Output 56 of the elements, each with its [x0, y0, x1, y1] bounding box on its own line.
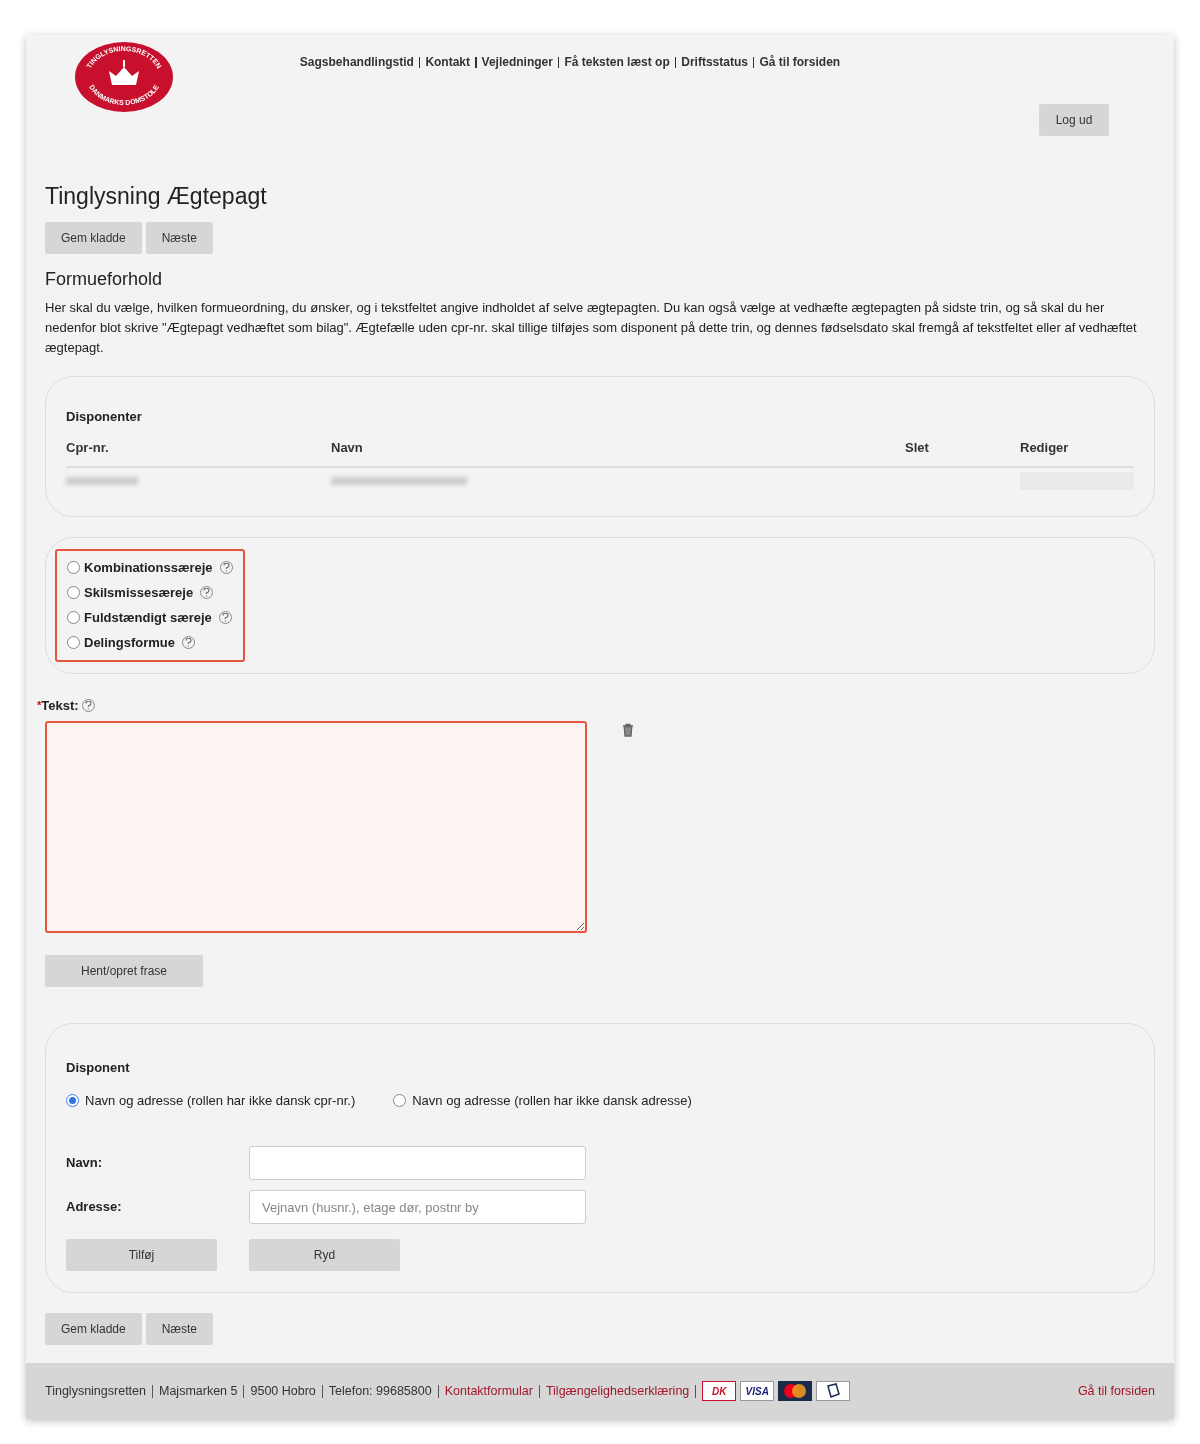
radio-button[interactable]	[67, 636, 80, 649]
radio-button[interactable]	[393, 1093, 407, 1107]
option-label[interactable]: Skilsmissesæreje	[84, 582, 194, 603]
column-header: Rediger	[1020, 439, 1070, 457]
card-icon	[816, 1381, 851, 1401]
field-label: Navn:	[66, 1154, 104, 1173]
text-area[interactable]	[45, 721, 587, 933]
button[interactable]: Log ud	[1039, 104, 1109, 136]
option-label[interactable]: Kombinationssæreje	[84, 557, 213, 578]
card-logo: VISA	[740, 1381, 775, 1401]
footer-link[interactable]: Kontaktformular	[444, 1381, 533, 1401]
column-header: Navn	[331, 439, 364, 457]
blurred-cell	[66, 476, 138, 485]
option-label[interactable]: Delingsformue	[84, 632, 175, 653]
button[interactable]: Gem kladde	[45, 221, 142, 254]
button[interactable]: Hent/opret frase	[45, 955, 203, 987]
panel-title: Disponent	[66, 1059, 131, 1077]
button[interactable]: Næste	[145, 1313, 214, 1345]
section-title: Formueforhold	[45, 267, 164, 291]
required-mark: *	[37, 698, 42, 713]
option-label[interactable]: Fuldstændigt særeje	[84, 607, 212, 628]
column-header: Cpr-nr.	[66, 439, 110, 457]
help-icon[interactable]	[182, 636, 195, 649]
nav-link[interactable]: Vejledninger	[481, 53, 553, 71]
button[interactable]: Næste	[145, 221, 214, 254]
footer-text: Tinglysningsretten	[45, 1382, 146, 1400]
button[interactable]: Gem kladde	[45, 1313, 142, 1345]
field-label: Tekst:	[41, 696, 79, 715]
nav-link[interactable]: Gå til forsiden	[759, 53, 841, 71]
nav-link[interactable]: Få teksten læst op	[564, 53, 670, 71]
nav-link[interactable]: Driftsstatus	[681, 53, 748, 71]
option-label[interactable]: Navn og adresse (rollen har ikke dansk cpr-nr.)	[85, 1090, 356, 1110]
trash-icon[interactable]	[622, 723, 634, 737]
footer-link[interactable]: Gå til forsiden	[1077, 1381, 1155, 1401]
button[interactable]: Tilføj	[66, 1239, 217, 1271]
radio-button[interactable]	[67, 611, 80, 624]
footer-text: Telefon: 99685800	[328, 1382, 432, 1400]
panel-title: Disponenter	[66, 407, 143, 426]
nav-link[interactable]: Kontakt	[425, 53, 471, 71]
option-label[interactable]: Navn og adresse (rollen har ikke dansk adresse)	[412, 1090, 692, 1110]
card-logo: DK	[702, 1381, 737, 1401]
button[interactable]: Ryd	[249, 1239, 400, 1271]
column-header: Slet	[905, 439, 930, 457]
footer-text: 9500 Hobro	[250, 1382, 316, 1400]
radio-button[interactable]	[67, 561, 80, 574]
mastercard-logo	[778, 1381, 813, 1401]
page-title: Tinglysning Ægtepagt	[45, 182, 268, 211]
nav-link[interactable]: Sagsbehandlingstid	[299, 53, 414, 71]
radio-button[interactable]	[66, 1093, 79, 1107]
input-field[interactable]	[249, 1146, 586, 1180]
intro-text: Her skal du vælge, hvilken formueordning, du ønsker, og i tekstfeltet angive indholdet af selve ægtepagten. Du kan også vælge at vedhæfte ægtepagten på sidste trin, og så skal du her nedenfor blot skrive "Ægtepagt vedhæftet som bilag". Ægtefælle uden cpr-nr. skal tillige tilføjes som disponent på dette trin, og dennes fødselsdato skal fremgå af tekstfeltet eller af vedhæftet ægtepagt.	[45, 298, 1138, 357]
radio-button[interactable]	[67, 586, 80, 599]
input-field[interactable]: Vejnavn (husnr.), etage dør, postnr by	[249, 1190, 586, 1224]
footer-text: Majsmarken 5	[159, 1382, 238, 1400]
footer-link[interactable]: Tilgængelighedserklæring	[545, 1381, 690, 1401]
field-label: Adresse:	[66, 1198, 123, 1217]
